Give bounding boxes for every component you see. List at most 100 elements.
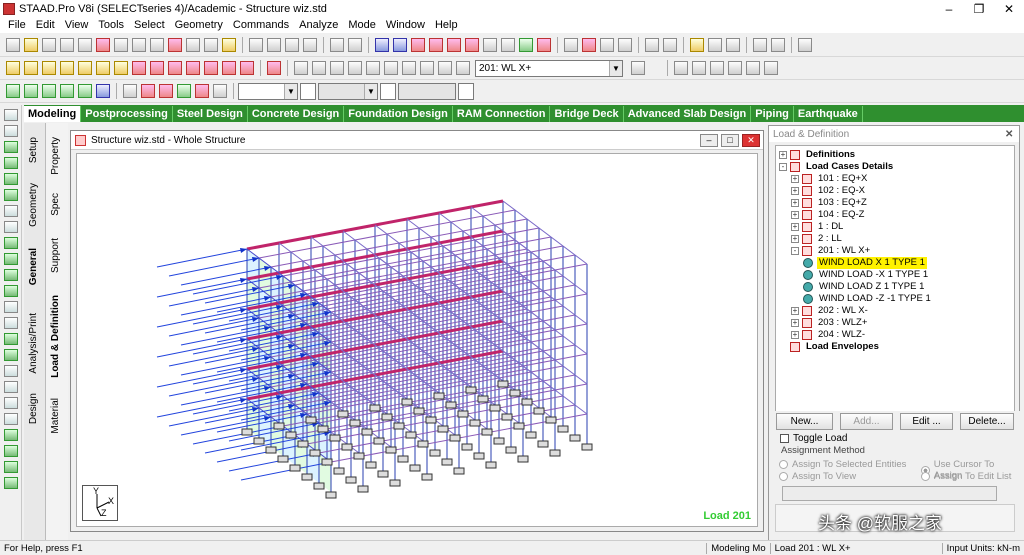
tree-node[interactable]: +104 : EQ-Z — [791, 209, 866, 221]
save-icon[interactable] — [42, 38, 56, 52]
plate-cursor-icon[interactable] — [177, 84, 191, 98]
pointer-icon[interactable] — [3, 109, 18, 121]
line-icon[interactable] — [3, 221, 18, 233]
report-setup-icon[interactable] — [692, 61, 706, 75]
zoom-in-icon[interactable] — [330, 61, 344, 75]
menu-window[interactable]: Window — [381, 19, 430, 31]
beam-select-icon[interactable] — [3, 253, 18, 265]
zoom-dynamic-icon[interactable] — [312, 61, 326, 75]
pan-icon[interactable] — [240, 61, 254, 75]
magnify-icon[interactable] — [456, 61, 470, 75]
model-canvas[interactable]: Y X Z Load 201 — [76, 153, 758, 527]
tree-node[interactable]: + Definitions — [779, 149, 857, 161]
menu-select[interactable]: Select — [129, 19, 170, 31]
doc-icon-2[interactable] — [3, 413, 18, 425]
expand-icon[interactable]: + — [791, 235, 799, 243]
flag-icon[interactable] — [771, 38, 785, 52]
annotation-icon[interactable] — [582, 38, 596, 52]
zoom-selected-icon[interactable] — [438, 61, 452, 75]
display-whole-icon[interactable] — [267, 61, 281, 75]
tree-node[interactable]: WIND LOAD Z 1 TYPE 1 — [803, 281, 926, 293]
gray-icon-2[interactable] — [3, 317, 18, 329]
tab-material[interactable]: Material — [50, 398, 61, 434]
tab-piping[interactable]: Piping — [751, 106, 794, 122]
rotate-icon[interactable] — [465, 38, 479, 52]
menu-file[interactable]: File — [3, 19, 31, 31]
tree-node[interactable]: +203 : WLZ+ — [791, 317, 869, 329]
new-button[interactable]: New... — [776, 413, 833, 430]
tab-foundation-design[interactable]: Foundation Design — [344, 106, 453, 122]
maximize-icon[interactable]: □ — [721, 133, 739, 147]
menu-analyze[interactable]: Analyze — [294, 19, 343, 31]
beam-end-icon[interactable] — [3, 461, 18, 473]
toggle-load-checkbox[interactable]: Toggle Load — [780, 433, 848, 444]
node-cursor-icon[interactable] — [159, 84, 173, 98]
solid-cursor-icon[interactable] — [195, 84, 209, 98]
menu-edit[interactable]: Edit — [31, 19, 60, 31]
collapse-icon[interactable]: - — [791, 247, 799, 255]
structure-icon[interactable] — [708, 38, 722, 52]
tab-modeling[interactable]: Modeling — [24, 106, 82, 122]
plate-select-icon[interactable] — [3, 157, 18, 169]
tree-node[interactable]: - Load Cases Details — [779, 161, 895, 173]
view-iso-icon[interactable] — [114, 61, 128, 75]
assign-view-radio[interactable]: Assign To View — [779, 471, 856, 482]
circular-repeat-icon[interactable] — [429, 38, 443, 52]
expand-icon[interactable]: + — [779, 151, 787, 159]
tree-node[interactable]: +103 : EQ+Z — [791, 197, 869, 209]
select-nodes-icon[interactable] — [6, 84, 20, 98]
value-field[interactable] — [398, 82, 456, 100]
move-icon[interactable] — [483, 38, 497, 52]
expand-icon[interactable]: + — [791, 319, 799, 327]
snap-icon[interactable] — [330, 38, 344, 52]
picture-icon[interactable] — [285, 38, 299, 52]
beam-cursor-icon[interactable] — [141, 84, 155, 98]
tab-postprocessing[interactable]: Postprocessing — [81, 106, 173, 122]
query-icon[interactable] — [501, 38, 515, 52]
load-case-select[interactable]: 201: WL X+ ▼ — [475, 59, 623, 77]
view-bottom-icon[interactable] — [96, 61, 110, 75]
tab-geometry[interactable]: Geometry — [28, 183, 39, 227]
node-icon[interactable] — [375, 38, 389, 52]
rotate-left-icon[interactable] — [168, 61, 182, 75]
zoom-window-icon[interactable] — [294, 61, 308, 75]
close-icon[interactable]: ✕ — [1005, 129, 1019, 140]
expand-icon[interactable]: + — [791, 187, 799, 195]
menu-mode[interactable]: Mode — [343, 19, 381, 31]
joint-icon[interactable] — [3, 445, 18, 457]
minimize-icon[interactable]: – — [934, 2, 964, 16]
menu-geometry[interactable]: Geometry — [170, 19, 228, 31]
print-icon[interactable] — [674, 61, 688, 75]
spin-left-icon[interactable] — [204, 61, 218, 75]
select-beams-icon[interactable] — [24, 84, 38, 98]
spin-button[interactable] — [458, 82, 474, 100]
rotate-down-icon[interactable] — [150, 61, 164, 75]
report-icon[interactable] — [3, 381, 18, 393]
menu-tools[interactable]: Tools — [93, 19, 129, 31]
node-select-icon[interactable] — [3, 237, 18, 249]
open-file-icon[interactable] — [24, 38, 38, 52]
view-left-icon[interactable] — [42, 61, 56, 75]
tab-setup[interactable]: Setup — [28, 137, 39, 163]
select-surfaces-icon[interactable] — [78, 84, 92, 98]
collapse-icon[interactable]: - — [779, 163, 787, 171]
menu-commands[interactable]: Commands — [228, 19, 294, 31]
tab-general[interactable]: General — [28, 248, 39, 285]
select-solids-icon[interactable] — [60, 84, 74, 98]
tab-advanced-slab-design[interactable]: Advanced Slab Design — [624, 106, 752, 122]
redo-icon[interactable] — [132, 38, 146, 52]
view-back-icon[interactable] — [24, 61, 38, 75]
tab-concrete-design[interactable]: Concrete Design — [248, 106, 345, 122]
mirror-icon[interactable] — [447, 38, 461, 52]
menu-help[interactable]: Help — [430, 19, 463, 31]
support-icon[interactable] — [753, 38, 767, 52]
entity-select[interactable]: ▼ — [318, 82, 378, 100]
zone-icon[interactable] — [3, 285, 18, 297]
tree-node[interactable]: WIND LOAD -Z -1 TYPE 1 — [803, 293, 933, 305]
gray-icon[interactable] — [3, 301, 18, 313]
cross-icon[interactable] — [3, 269, 18, 281]
member-icon[interactable] — [3, 429, 18, 441]
assign-edit-radio[interactable]: Assign To Edit List — [921, 471, 1011, 482]
insert-node-icon[interactable] — [600, 38, 614, 52]
go-button[interactable] — [300, 82, 316, 100]
